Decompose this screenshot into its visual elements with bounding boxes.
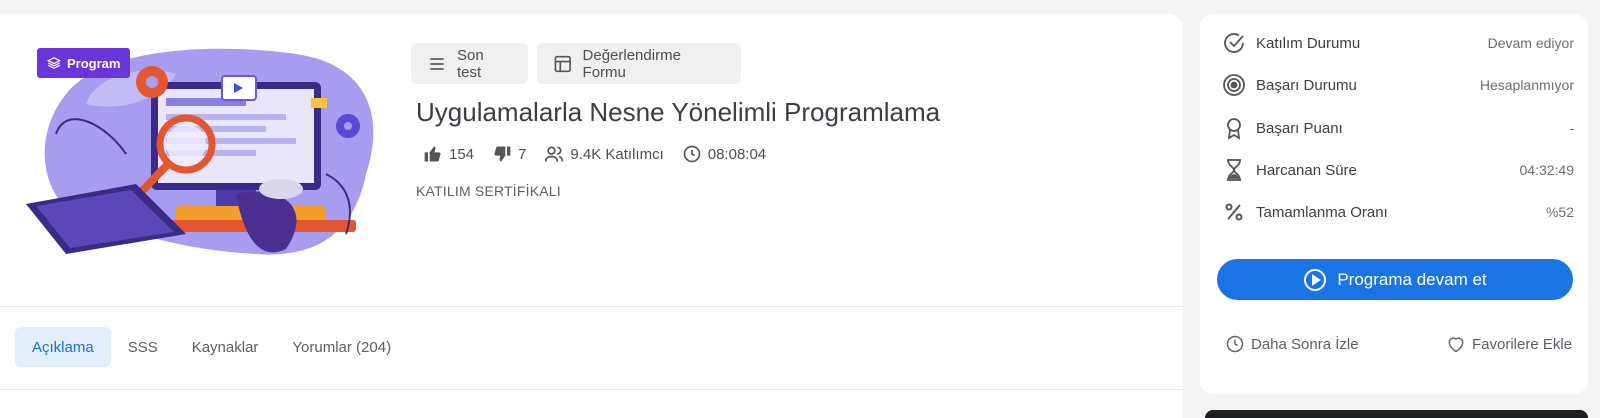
like-count: 154 <box>449 145 475 163</box>
time-spent-row: Harcanan Süre 04:32:49 <box>1222 155 1574 185</box>
layout-icon <box>554 55 571 72</box>
add-favorite-link[interactable]: Favorilere Ekle <box>1446 334 1572 354</box>
duration-stat: 08:08:04 <box>682 144 766 164</box>
continue-program-button[interactable]: Programa devam et <box>1217 259 1573 300</box>
success-score-row: Başarı Puanı - <box>1222 113 1574 143</box>
evaluation-form-label: Değerlendirme Formu <box>582 46 681 81</box>
menu-icon <box>430 57 444 70</box>
program-badge-label: Program <box>67 55 121 71</box>
course-stats: 154 7 9.4K Katılımcı 08:08:04 <box>423 144 784 164</box>
success-score-value: - <box>1569 120 1574 136</box>
duration-value: 08:08:04 <box>707 145 767 163</box>
divider <box>0 306 1183 307</box>
hourglass-icon <box>1227 159 1241 181</box>
success-score-label: Başarı Puanı <box>1256 119 1343 137</box>
participants-count: 9.4K Katılımcı <box>570 145 664 163</box>
completion-rate-row: Tamamlanma Oranı %52 <box>1222 197 1574 227</box>
heart-icon <box>1448 337 1464 353</box>
divider <box>0 389 1183 390</box>
percent-icon <box>1225 203 1243 221</box>
participation-status-label: Katılım Durumu <box>1256 34 1361 52</box>
add-favorite-label: Favorilere Ekle <box>1472 335 1573 353</box>
course-title: Uygulamalarla Nesne Yönelimli Programlam… <box>416 97 941 127</box>
success-status-row: Başarı Durumu Hesaplanmıyor <box>1222 70 1574 100</box>
check-circle-icon <box>1224 33 1244 53</box>
watch-later-label: Daha Sonra İzle <box>1251 335 1359 353</box>
continue-program-label: Programa devam et <box>1337 269 1487 289</box>
tab-faq[interactable]: SSS <box>111 327 175 367</box>
time-spent-label: Harcanan Süre <box>1256 161 1357 179</box>
completion-rate-value: %52 <box>1545 204 1574 220</box>
dislike-button[interactable]: 7 <box>492 144 526 164</box>
clock-icon <box>683 145 701 163</box>
users-icon <box>545 146 564 162</box>
thumbs-up-icon <box>424 146 441 162</box>
completion-rate-label: Tamamlanma Oranı <box>1256 203 1388 221</box>
watch-later-link[interactable]: Daha Sonra İzle <box>1225 334 1359 354</box>
program-badge: Program <box>37 48 131 78</box>
participation-status-value: Devam ediyor <box>1487 35 1574 51</box>
participation-status-row: Katılım Durumu Devam ediyor <box>1222 28 1574 58</box>
thumbs-down-icon <box>494 146 511 162</box>
like-button[interactable]: 154 <box>423 144 474 164</box>
tab-resources[interactable]: Kaynaklar <box>175 327 276 367</box>
play-circle-icon <box>1304 268 1327 291</box>
target-icon <box>1223 74 1245 96</box>
course-tabs: Açıklama SSS Kaynaklar Yorumlar (204) <box>15 327 408 367</box>
success-status-label: Başarı Durumu <box>1256 76 1357 94</box>
success-status-value: Hesaplanmıyor <box>1479 77 1574 93</box>
tab-comments[interactable]: Yorumlar (204) <box>275 327 408 367</box>
clock-icon <box>1226 335 1244 353</box>
last-test-button[interactable]: Son test <box>411 43 528 84</box>
participants-stat: 9.4K Katılımcı <box>544 144 664 164</box>
last-test-label: Son test <box>456 46 484 81</box>
dislike-count: 7 <box>518 145 527 163</box>
tab-description[interactable]: Açıklama <box>15 327 111 367</box>
evaluation-form-button[interactable]: Değerlendirme Formu <box>537 43 741 84</box>
layers-icon <box>47 57 61 69</box>
certificate-label: KATILIM SERTİFİKALI <box>416 183 561 199</box>
award-icon <box>1227 118 1241 140</box>
time-spent-value: 04:32:49 <box>1519 162 1575 178</box>
dark-panel-edge <box>1205 410 1588 418</box>
